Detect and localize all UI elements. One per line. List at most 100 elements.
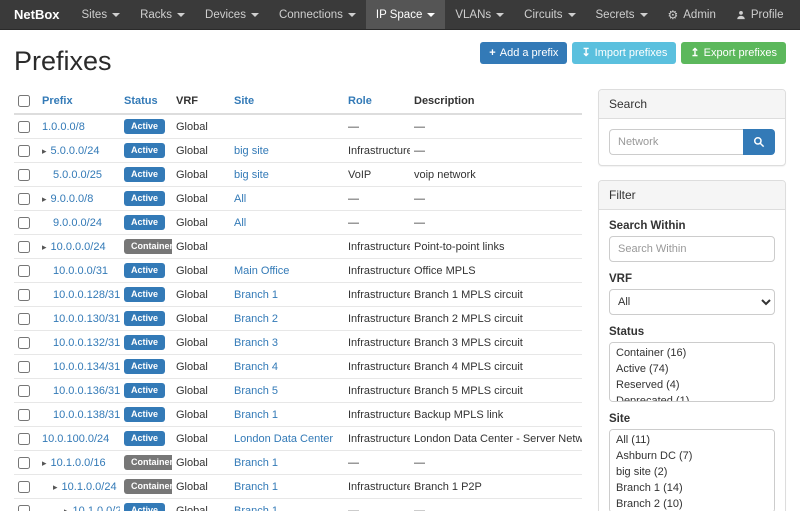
prefix-link[interactable]: 9.0.0.0/8 (51, 192, 94, 206)
navbar-right: ⚙ Admin Profile Log out (658, 0, 800, 29)
row-checkbox[interactable] (18, 217, 30, 229)
nav-item-connections[interactable]: Connections (269, 0, 366, 29)
site-link[interactable]: Branch 1 (234, 481, 278, 493)
description-cell: Backup MPLS link (410, 403, 582, 427)
filter-option[interactable]: Active (74) (610, 361, 774, 377)
site-link[interactable]: Branch 1 (234, 457, 278, 469)
prefix-link[interactable]: 10.1.0.0/16 (51, 456, 106, 470)
status-cell: Active (120, 187, 172, 211)
prefix-link[interactable]: 5.0.0.0/25 (53, 168, 102, 182)
row-checkbox[interactable] (18, 313, 30, 325)
search-within-input[interactable] (609, 236, 775, 262)
site-link[interactable]: Branch 5 (234, 385, 278, 397)
logout-menu-item[interactable]: Log out (793, 0, 800, 29)
prefix-link[interactable]: 10.0.0.130/31 (53, 312, 120, 326)
prefix-link[interactable]: 10.0.0.128/31 (53, 288, 120, 302)
site-link[interactable]: Main Office (234, 265, 289, 277)
export-prefixes-button[interactable]: ↥ Export prefixes (681, 42, 786, 64)
row-checkbox[interactable] (18, 121, 30, 133)
filter-option[interactable]: big site (2) (610, 464, 774, 480)
site-link[interactable]: Branch 2 (234, 313, 278, 325)
filter-option[interactable]: Ashburn DC (7) (610, 448, 774, 464)
row-checkbox[interactable] (18, 505, 30, 511)
admin-menu-item[interactable]: ⚙ Admin (658, 0, 726, 29)
row-checkbox[interactable] (18, 265, 30, 277)
prefix-link[interactable]: 5.0.0.0/24 (51, 144, 100, 158)
site-link[interactable]: big site (234, 169, 269, 181)
row-checkbox[interactable] (18, 361, 30, 373)
nav-item-sites[interactable]: Sites (72, 0, 131, 29)
expand-caret-icon[interactable]: ▸ (64, 504, 69, 511)
sort-prefix-header[interactable]: Prefix (42, 95, 73, 107)
site-link[interactable]: All (234, 217, 246, 229)
site-link[interactable]: Branch 3 (234, 337, 278, 349)
prefix-link[interactable]: 9.0.0.0/24 (53, 216, 102, 230)
site-link[interactable]: Branch 1 (234, 409, 278, 421)
row-checkbox[interactable] (18, 385, 30, 397)
prefix-link[interactable]: 1.0.0.0/8 (42, 120, 85, 134)
nav-item-racks[interactable]: Racks (130, 0, 195, 29)
nav-item-secrets[interactable]: Secrets (586, 0, 658, 29)
site-link[interactable]: Branch 1 (234, 289, 278, 301)
profile-menu-item[interactable]: Profile (726, 0, 794, 29)
prefix-cell: ▸ 10.1.0.0/16 (38, 451, 120, 475)
filter-option[interactable]: Reserved (4) (610, 377, 774, 393)
nav-item-vlans[interactable]: VLANs (445, 0, 514, 29)
sort-status-header[interactable]: Status (124, 95, 158, 107)
site-cell (230, 114, 344, 139)
prefix-link[interactable]: 10.0.0.0/31 (53, 264, 108, 278)
nav-item-label: Circuits (524, 9, 562, 21)
import-prefixes-button[interactable]: ↧ Import prefixes (572, 42, 676, 64)
row-checkbox[interactable] (18, 409, 30, 421)
status-filter-list[interactable]: Container (16)Active (74)Reserved (4)Dep… (609, 342, 775, 402)
filter-option[interactable]: Branch 1 (14) (610, 480, 774, 496)
row-checkbox[interactable] (18, 481, 30, 493)
prefix-link[interactable]: 10.0.0.132/31 (53, 336, 120, 350)
site-link[interactable]: London Data Center (234, 433, 333, 445)
filter-option[interactable]: All (11) (610, 432, 774, 448)
row-checkbox[interactable] (18, 289, 30, 301)
prefix-link[interactable]: 10.0.0.136/31 (53, 384, 120, 398)
site-filter-list[interactable]: All (11)Ashburn DC (7)big site (2)Branch… (609, 429, 775, 511)
nav-item-ip-space[interactable]: IP Space (366, 0, 445, 29)
site-link[interactable]: All (234, 193, 246, 205)
row-checkbox[interactable] (18, 193, 30, 205)
prefix-link[interactable]: 10.0.100.0/24 (42, 432, 109, 446)
row-checkbox[interactable] (18, 169, 30, 181)
filter-option[interactable]: Container (16) (610, 345, 774, 361)
prefix-link[interactable]: 10.0.0.138/31 (53, 408, 120, 422)
vrf-select[interactable]: All (609, 289, 775, 315)
search-input[interactable] (609, 129, 743, 155)
expand-caret-icon[interactable]: ▸ (53, 480, 58, 494)
nav-item-circuits[interactable]: Circuits (514, 0, 585, 29)
select-all-checkbox[interactable] (18, 95, 30, 107)
brand-logo[interactable]: NetBox (10, 0, 72, 29)
row-checkbox[interactable] (18, 337, 30, 349)
nav-item-devices[interactable]: Devices (195, 0, 269, 29)
filter-option[interactable]: Branch 2 (10) (610, 496, 774, 511)
row-checkbox[interactable] (18, 241, 30, 253)
prefix-link[interactable]: 10.0.0.134/31 (53, 360, 120, 374)
site-link[interactable]: big site (234, 145, 269, 157)
expand-caret-icon[interactable]: ▸ (42, 144, 47, 158)
row-checkbox[interactable] (18, 433, 30, 445)
prefix-cell: 1.0.0.0/8 (38, 114, 120, 139)
expand-caret-icon[interactable]: ▸ (42, 240, 47, 254)
row-checkbox[interactable] (18, 457, 30, 469)
chevron-down-icon (496, 13, 504, 17)
filter-option[interactable]: Deprecated (1) (610, 393, 774, 402)
add-prefix-button[interactable]: + Add a prefix (480, 42, 567, 64)
prefix-table-body: 1.0.0.0/8ActiveGlobal——▸5.0.0.0/24Active… (14, 114, 582, 511)
prefix-link[interactable]: 10.1.0.0/25 (73, 504, 120, 511)
expand-caret-icon[interactable]: ▸ (42, 192, 47, 206)
site-link[interactable]: Branch 1 (234, 505, 278, 511)
site-link[interactable]: Branch 4 (234, 361, 278, 373)
search-button[interactable] (743, 129, 775, 155)
sort-site-header[interactable]: Site (234, 95, 254, 107)
expand-caret-icon[interactable]: ▸ (42, 456, 47, 470)
prefix-link[interactable]: 10.1.0.0/24 (62, 480, 117, 494)
description-cell: — (410, 211, 582, 235)
prefix-link[interactable]: 10.0.0.0/24 (51, 240, 106, 254)
sort-role-header[interactable]: Role (348, 95, 372, 107)
row-checkbox[interactable] (18, 145, 30, 157)
